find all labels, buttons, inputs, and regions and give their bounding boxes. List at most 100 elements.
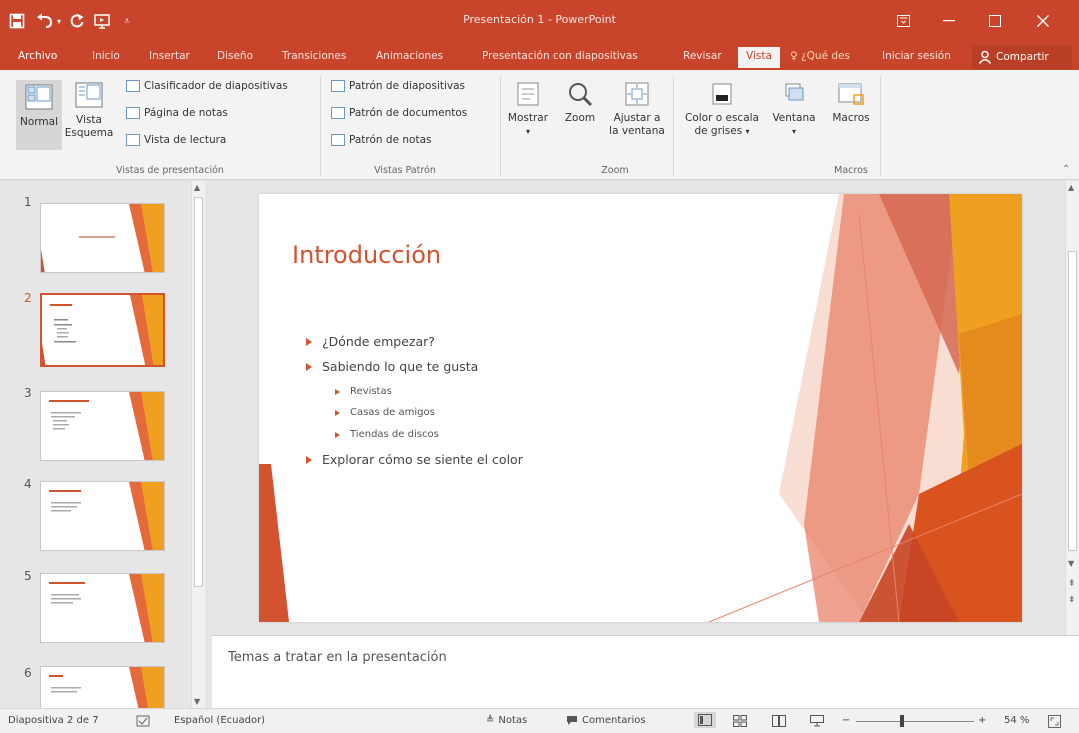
bullet-text: Sabiendo lo que te gusta [322,359,479,374]
bullet-item[interactable]: ¿Dónde empezar? [306,334,435,349]
notes-button-label: Notas [498,715,528,726]
group-label-master-views: Vistas Patrón [374,165,436,176]
tab-inicio[interactable]: Inicio [92,50,120,62]
reading-view-button[interactable]: Vista de lectura [126,134,226,146]
ribbon: Normal Vista Esquema Clasificador de dia… [0,70,1079,180]
sub-bullet-text: Tiendas de discos [350,429,439,440]
slide-canvas[interactable]: Introducción ¿Dónde empezar? Sabiendo lo… [259,194,1022,622]
window-button[interactable]: Ventana ▾ [768,80,820,138]
close-button[interactable] [1020,6,1066,36]
magnifier-icon [569,83,593,107]
slide-thumbnail-6[interactable] [40,666,165,708]
tab-transiciones[interactable]: Transiciones [282,50,346,62]
notes-page-icon [126,107,140,119]
reading-view-label: Vista de lectura [144,134,227,146]
show-label: Mostrar [507,112,549,124]
tab-diseno[interactable]: Diseño [217,50,253,62]
zoom-button[interactable]: Zoom [558,80,602,125]
slide-count: Diapositiva 2 de 7 [8,715,99,726]
maximize-button[interactable] [972,6,1018,36]
notes-text[interactable]: Temas a tratar en la presentación [228,650,447,665]
bullet-arrow-icon [306,362,312,371]
tab-animaciones[interactable]: Animaciones [376,50,443,62]
outline-view-button[interactable]: Vista Esquema [64,80,114,140]
bullet-arrow-icon [306,337,312,346]
slide-thumbnail-2[interactable] [40,293,165,367]
previous-slide-icon[interactable]: ⇞ [1068,579,1076,589]
slide-sorter-button[interactable]: Clasificador de diapositivas [126,80,288,92]
scroll-thumb[interactable] [1068,251,1077,551]
slideshow-status-button[interactable] [810,715,824,727]
zoom-slider-thumb[interactable] [900,715,904,727]
notes-button[interactable]: ≜ Notas [486,715,527,726]
bullet-item[interactable]: Sabiendo lo que te gusta [306,359,478,374]
tab-presentacion[interactable]: Presentación con diapositivas [482,50,638,62]
bullet-arrow-icon [335,388,340,395]
thumbnail-scrollbar[interactable]: ▲ ▼ [191,181,205,708]
notes-master-button[interactable]: Patrón de notas [331,134,431,146]
bullet-text: ¿Dónde empezar? [322,334,435,349]
slide-master-button[interactable]: Patrón de diapositivas [331,80,465,92]
editor-scrollbar[interactable]: ▲ ▼ ⇞ ⇟ [1065,181,1079,635]
color-grayscale-icon [712,83,732,105]
outline-view-icon [75,82,103,108]
sub-bullet-item[interactable]: Casas de amigos [335,407,435,418]
slide-thumbnail-5[interactable] [40,573,165,643]
zoom-out-button[interactable]: − [842,715,850,726]
slide-title[interactable]: Introducción [292,241,441,269]
sub-bullet-item[interactable]: Revistas [335,386,392,397]
slide-thumbnail-4[interactable] [40,481,165,551]
tab-vista[interactable]: Vista [738,47,780,68]
person-icon [978,50,992,64]
thumb-art [49,574,164,642]
normal-view-status-button[interactable] [694,712,716,728]
fit-to-window-button[interactable]: Ajustar a la ventana [606,80,668,138]
normal-view-button[interactable]: Normal [16,80,62,150]
tell-me-search[interactable]: ♀ ¿Qué des [790,50,850,62]
macros-button[interactable]: Macros [826,80,876,125]
handout-master-icon [331,107,345,119]
tab-insertar[interactable]: Insertar [149,50,190,62]
slide-sorter-status-button[interactable] [733,715,747,727]
notes-pane[interactable]: Temas a tratar en la presentación [212,635,1079,708]
handout-master-button[interactable]: Patrón de documentos [331,107,467,119]
sub-bullet-text: Revistas [350,386,392,397]
next-slide-icon[interactable]: ⇟ [1068,595,1076,605]
reading-view-status-button[interactable] [772,715,786,727]
title-bar: ▾ ⩡ Presentación 1 - PowerPoint [0,0,1079,44]
tab-revisar[interactable]: Revisar [683,50,722,62]
spellcheck-icon[interactable] [136,715,150,727]
bullet-item[interactable]: Explorar cómo se siente el color [306,452,523,467]
scroll-up-icon[interactable]: ▲ [1068,183,1074,192]
ribbon-separator [673,76,674,176]
scroll-down-icon[interactable]: ▼ [194,697,200,706]
notes-page-button[interactable]: Página de notas [126,107,228,119]
fit-slide-icon[interactable] [1048,715,1061,728]
slide-master-label: Patrón de diapositivas [349,80,466,92]
zoom-slider-track[interactable] [856,721,974,722]
macros-icon [838,83,864,105]
collapse-ribbon-icon[interactable]: ⌃ [1062,164,1070,175]
zoom-level[interactable]: 54 % [1004,715,1029,726]
scroll-thumb[interactable] [194,197,203,587]
slide-thumbnail-3[interactable] [40,391,165,461]
outline-label-1: Vista [76,114,102,126]
zoom-in-button[interactable]: + [978,715,986,726]
handout-master-label: Patrón de documentos [349,107,468,119]
notes-master-icon [331,134,345,146]
comments-button[interactable]: Comentarios [566,715,646,726]
share-button[interactable]: Compartir [972,45,1072,69]
show-button[interactable]: Mostrar ▾ [505,80,551,138]
lightbulb-icon: ♀ [790,50,798,62]
scroll-down-icon[interactable]: ▼ [1068,559,1074,568]
minimize-button[interactable] [926,6,972,36]
sub-bullet-item[interactable]: Tiendas de discos [335,429,439,440]
language-indicator[interactable]: Español (Ecuador) [174,715,265,726]
color-grayscale-button[interactable]: Color o escala de grises ▾ [678,80,766,138]
tab-archivo[interactable]: Archivo [18,50,57,62]
thumb-art [49,482,164,550]
slide-thumbnail-1[interactable] [40,203,165,273]
scroll-up-icon[interactable]: ▲ [194,183,200,192]
sign-in-link[interactable]: Iniciar sesión [882,50,951,62]
ribbon-display-options-icon[interactable] [880,6,926,36]
